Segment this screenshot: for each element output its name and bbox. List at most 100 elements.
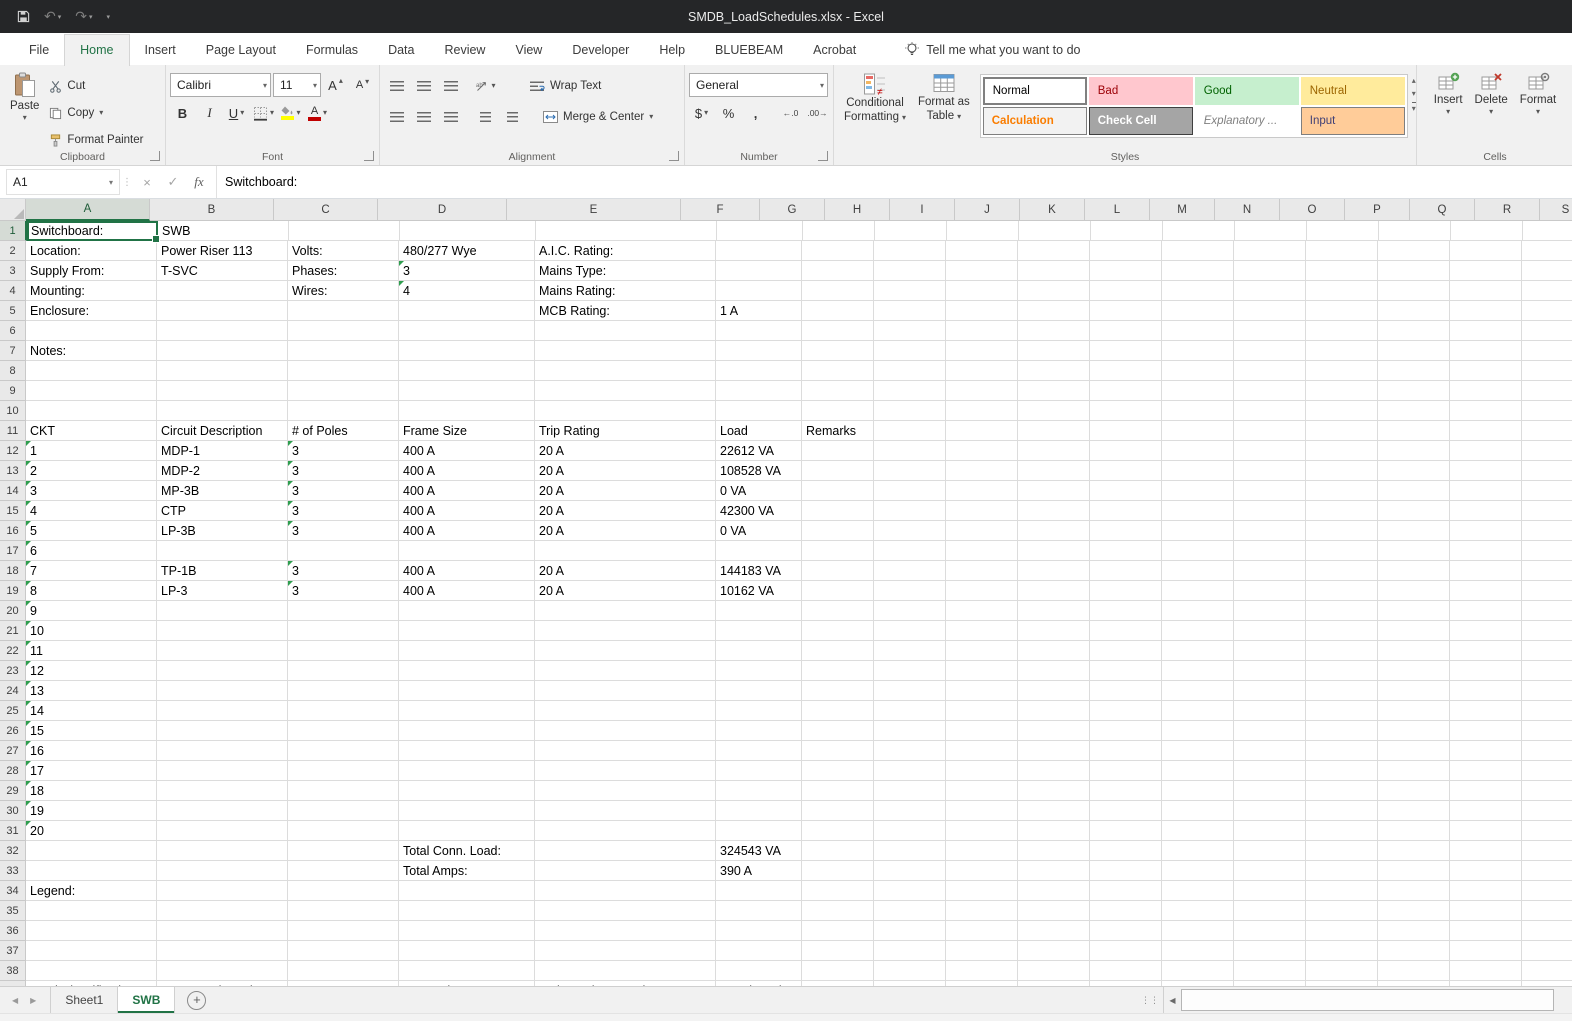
cell-P29[interactable] (1450, 781, 1522, 801)
cell-C33[interactable] (288, 861, 399, 881)
cell-F1[interactable] (717, 221, 803, 241)
cell-K12[interactable] (1090, 441, 1162, 461)
cell-N5[interactable] (1306, 301, 1378, 321)
cell-O5[interactable] (1378, 301, 1450, 321)
cell-M12[interactable] (1234, 441, 1306, 461)
cell-H31[interactable] (874, 821, 946, 841)
cell-N1[interactable] (1307, 221, 1379, 241)
sheet-tab-swb[interactable]: SWB (118, 987, 176, 1013)
cell-L9[interactable] (1162, 381, 1234, 401)
align-right-button[interactable] (438, 106, 463, 128)
sheet-nav-right-button[interactable]: ▶ (30, 996, 36, 1005)
cell-M18[interactable] (1234, 561, 1306, 581)
cell-C36[interactable] (288, 921, 399, 941)
cell-Q18[interactable] (1522, 561, 1572, 581)
cell-L38[interactable] (1162, 961, 1234, 981)
cut-button[interactable]: Cut (45, 73, 147, 99)
cell-J1[interactable] (1019, 221, 1091, 241)
cell-M34[interactable] (1234, 881, 1306, 901)
cell-D35[interactable] (399, 901, 535, 921)
cell-B10[interactable] (157, 401, 288, 421)
cell-G34[interactable] (802, 881, 874, 901)
cell-L18[interactable] (1162, 561, 1234, 581)
cell-style-explanatory[interactable]: Explanatory ... (1194, 107, 1299, 135)
cell-P16[interactable] (1450, 521, 1522, 541)
cell-L17[interactable] (1162, 541, 1234, 561)
decrease-indent-button[interactable] (473, 106, 498, 128)
italic-button[interactable]: I (197, 102, 222, 124)
cell-F9[interactable] (716, 381, 802, 401)
cell-style-calculation[interactable]: Calculation (982, 107, 1087, 135)
cell-B31[interactable] (157, 821, 288, 841)
cell-Q26[interactable] (1522, 721, 1572, 741)
cell-F3[interactable] (716, 261, 802, 281)
cell-K34[interactable] (1090, 881, 1162, 901)
cell-N11[interactable] (1306, 421, 1378, 441)
formula-input[interactable]: Switchboard: (217, 166, 1572, 198)
number-dialog-launcher[interactable] (818, 151, 828, 161)
cell-O22[interactable] (1378, 641, 1450, 661)
ribbon-tab-file[interactable]: File (14, 35, 64, 65)
cell-D30[interactable] (399, 801, 535, 821)
cell-M1[interactable] (1235, 221, 1307, 241)
cell-J24[interactable] (1018, 681, 1090, 701)
row-header-4[interactable]: 4 (0, 281, 26, 301)
cell-C29[interactable] (288, 781, 399, 801)
cell-N35[interactable] (1306, 901, 1378, 921)
cell-I24[interactable] (946, 681, 1018, 701)
tell-me-box[interactable]: Tell me what you want to do (905, 42, 1080, 65)
font-color-button[interactable]: A ▾ (305, 102, 330, 124)
cell-style-good[interactable]: Good (1194, 77, 1299, 105)
cell-style-input[interactable]: Input (1300, 107, 1405, 135)
formula-cancel-button[interactable]: × (134, 175, 160, 190)
cell-F12[interactable]: 22612 VA (716, 441, 802, 461)
cell-J16[interactable] (1018, 521, 1090, 541)
cell-F36[interactable] (716, 921, 802, 941)
cell-Q29[interactable] (1522, 781, 1572, 801)
cell-A36[interactable] (26, 921, 157, 941)
cell-M27[interactable] (1234, 741, 1306, 761)
cell-B4[interactable] (157, 281, 288, 301)
cell-C15[interactable]: 3 (288, 501, 399, 521)
cell-C28[interactable] (288, 761, 399, 781)
cell-E26[interactable] (535, 721, 716, 741)
cell-G16[interactable] (802, 521, 874, 541)
cell-K36[interactable] (1090, 921, 1162, 941)
ribbon-tab-review[interactable]: Review (429, 35, 500, 65)
cell-L33[interactable] (1162, 861, 1234, 881)
cell-D29[interactable] (399, 781, 535, 801)
cell-L35[interactable] (1162, 901, 1234, 921)
cell-D32[interactable]: Total Conn. Load: (399, 841, 535, 861)
cell-G21[interactable] (802, 621, 874, 641)
cell-N36[interactable] (1306, 921, 1378, 941)
cell-K14[interactable] (1090, 481, 1162, 501)
cell-J3[interactable] (1018, 261, 1090, 281)
cell-A12[interactable]: 1 (26, 441, 157, 461)
cell-P14[interactable] (1450, 481, 1522, 501)
cell-P36[interactable] (1450, 921, 1522, 941)
cell-B26[interactable] (157, 721, 288, 741)
cell-E33[interactable] (535, 861, 716, 881)
accounting-format-button[interactable]: $ ▾ (689, 102, 714, 124)
cell-G1[interactable] (803, 221, 875, 241)
cell-A21[interactable]: 10 (26, 621, 157, 641)
cell-E9[interactable] (535, 381, 716, 401)
row-header-1[interactable]: 1 (0, 221, 27, 241)
cell-O26[interactable] (1378, 721, 1450, 741)
cell-I9[interactable] (946, 381, 1018, 401)
cell-E21[interactable] (535, 621, 716, 641)
cell-A7[interactable]: Notes: (26, 341, 157, 361)
cell-F8[interactable] (716, 361, 802, 381)
redo-button[interactable]: ↷ ▾ (68, 8, 99, 25)
cell-D31[interactable] (399, 821, 535, 841)
cell-G3[interactable] (802, 261, 874, 281)
cell-N15[interactable] (1306, 501, 1378, 521)
cell-A17[interactable]: 6 (26, 541, 157, 561)
formula-enter-button[interactable]: ✓ (160, 174, 186, 190)
cell-B21[interactable] (157, 621, 288, 641)
cell-C17[interactable] (288, 541, 399, 561)
cell-H23[interactable] (874, 661, 946, 681)
cell-I37[interactable] (946, 941, 1018, 961)
cell-B12[interactable]: MDP-1 (157, 441, 288, 461)
cell-C11[interactable]: # of Poles (288, 421, 399, 441)
